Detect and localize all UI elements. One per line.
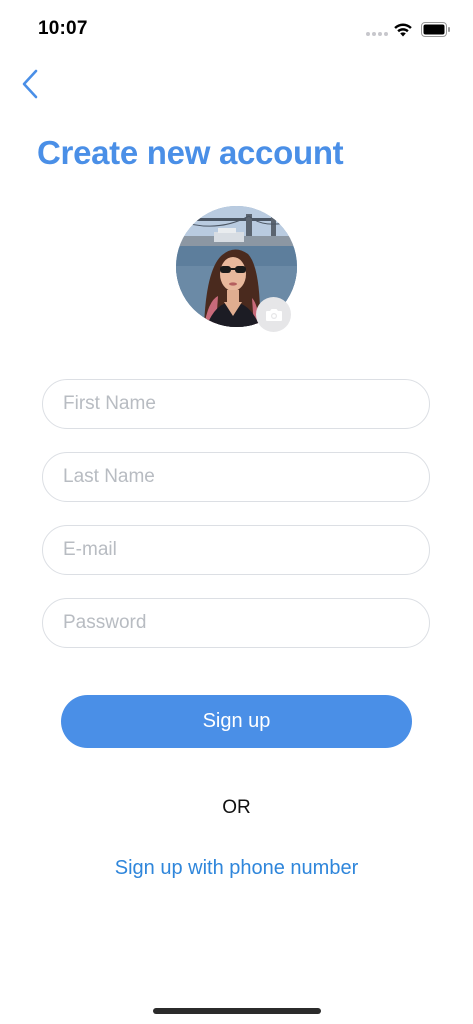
or-separator: OR <box>222 797 251 818</box>
cellular-dots-icon <box>366 32 388 36</box>
wifi-icon <box>394 23 412 37</box>
sign-up-button[interactable]: Sign up <box>61 695 412 748</box>
status-bar: 10:07 <box>0 0 473 56</box>
chevron-left-icon <box>22 69 38 99</box>
last-name-input[interactable] <box>42 452 430 502</box>
camera-icon <box>265 308 282 321</box>
status-time: 10:07 <box>38 18 88 39</box>
battery-icon <box>421 22 450 37</box>
home-indicator[interactable] <box>153 1008 321 1014</box>
sign-up-button-label: Sign up <box>202 710 271 732</box>
back-button[interactable] <box>12 64 48 104</box>
first-name-input[interactable] <box>42 379 430 429</box>
change-photo-button[interactable] <box>256 297 291 332</box>
page-title: Create new account <box>37 134 344 171</box>
email-input[interactable] <box>42 525 430 575</box>
phone-signup-link[interactable]: Sign up with phone number <box>0 857 473 880</box>
password-input[interactable] <box>42 598 430 648</box>
